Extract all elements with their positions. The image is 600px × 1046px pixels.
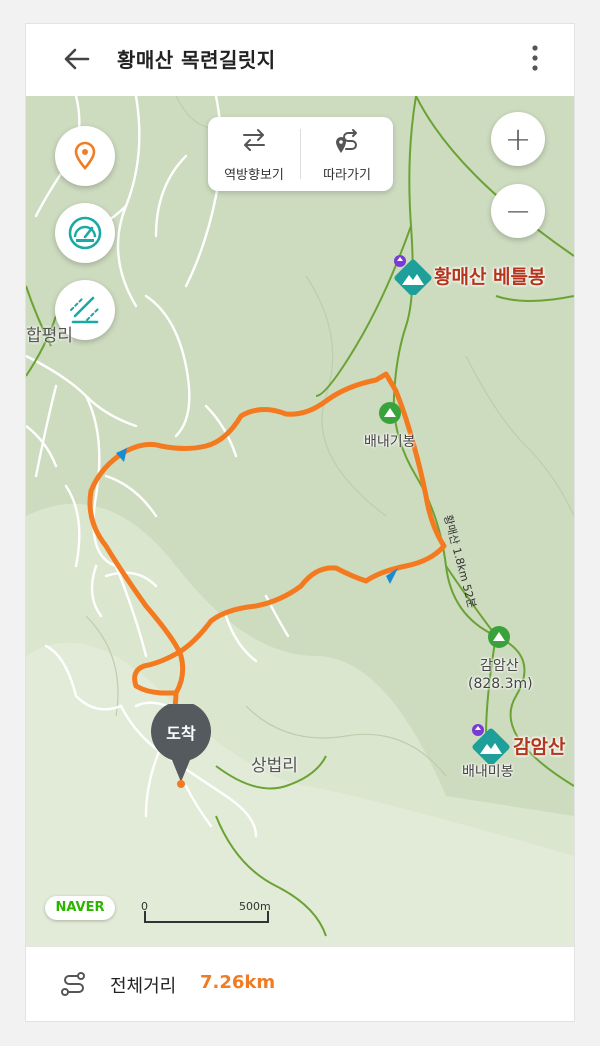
- route-distance-icon: [61, 972, 85, 996]
- arrival-marker[interactable]: 도착: [150, 704, 212, 790]
- total-distance-label: 전체거리: [110, 976, 177, 997]
- mountain-poi-icon: [394, 255, 432, 295]
- total-distance-value: 7.26km: [200, 972, 276, 993]
- map-pin-icon: [151, 704, 211, 788]
- scale-start: 0: [141, 900, 148, 913]
- location-pin-icon: [74, 141, 96, 170]
- route-toolbar: 역방향보기 따라가기: [208, 117, 393, 191]
- peak-label-2: 감암산: [480, 658, 519, 674]
- header: 황매산 목련길릿지: [26, 24, 574, 96]
- mountain-poi-icon: [472, 724, 510, 764]
- back-button[interactable]: [60, 42, 94, 76]
- reverse-direction-label: 역방향보기: [224, 168, 284, 183]
- more-vertical-icon: [532, 45, 538, 71]
- back-arrow-icon: [64, 48, 90, 70]
- peak-label-1: 배내기봉: [364, 434, 416, 450]
- speedometer-button[interactable]: [55, 203, 115, 263]
- location-pin-button[interactable]: [55, 126, 115, 186]
- peak-elevation-2: (828.3m): [468, 676, 533, 692]
- peak-label-3: 배내미봉: [462, 764, 514, 780]
- naver-logo: NAVER: [45, 896, 115, 920]
- peak-marker-icon: [488, 626, 510, 648]
- more-menu-button[interactable]: [526, 40, 544, 80]
- speedometer-icon: [68, 216, 102, 250]
- arrival-label: 도착: [166, 724, 196, 743]
- footer-distance-bar: 전체거리 7.26km: [26, 946, 574, 1021]
- place-label-2: 상법리: [251, 756, 298, 776]
- zoom-out-button[interactable]: −: [491, 184, 545, 238]
- map-view[interactable]: 황매산 1.8km 52분 역방향보기 따라가기 + − 합평리 상법리 배내기…: [26, 96, 574, 946]
- zoom-in-button[interactable]: +: [491, 112, 545, 166]
- page-title: 황매산 목련길릿지: [117, 48, 276, 72]
- poi-label-1: 황매산 베틀봉: [434, 266, 546, 288]
- scale-end: 500m: [239, 900, 271, 913]
- app-frame: 황매산 목련길릿지 황매산 1.8km 52분 역방향보기 따라가기 + − 합…: [26, 24, 574, 1021]
- swap-arrows-icon: [243, 129, 265, 151]
- poi-label-2: 감암산: [513, 736, 566, 758]
- follow-route-button[interactable]: 따라가기: [301, 117, 393, 191]
- peak-marker-icon: [379, 402, 401, 424]
- follow-route-label: 따라가기: [323, 168, 371, 183]
- place-label-1: 합평리: [26, 326, 73, 346]
- reverse-direction-button[interactable]: 역방향보기: [208, 117, 300, 191]
- follow-route-icon: [336, 129, 357, 153]
